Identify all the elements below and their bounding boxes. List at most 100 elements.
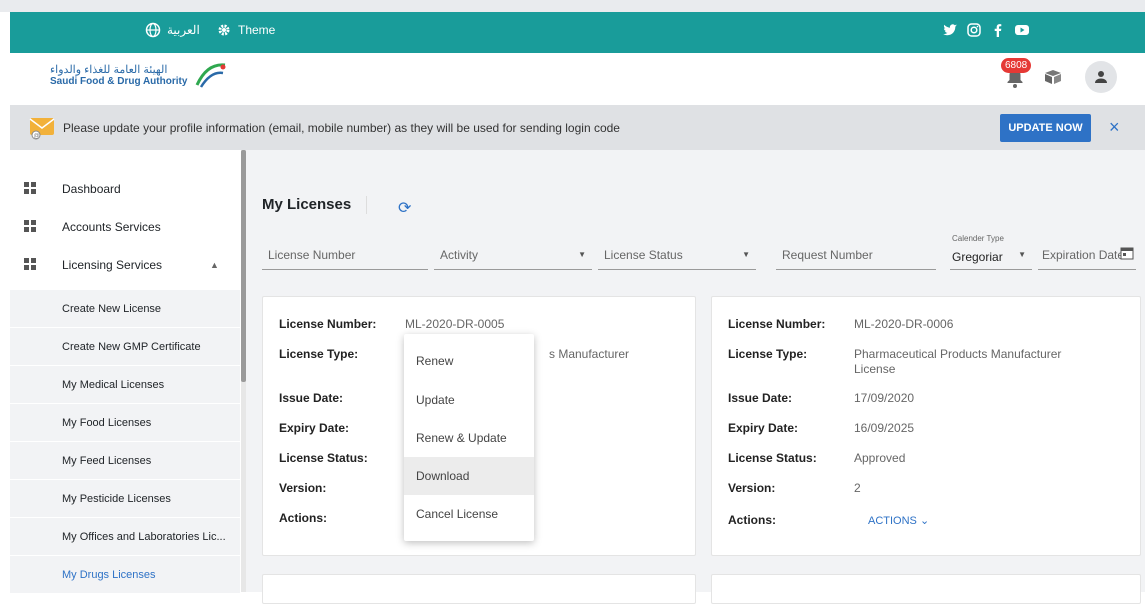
license-card: [262, 574, 696, 604]
actions-dropdown-button[interactable]: ACTIONS ⌄: [868, 515, 929, 527]
top-navbar: العربية Theme: [10, 12, 1145, 53]
sidebar-subitem-create-new-license[interactable]: Create New License: [10, 290, 240, 328]
expiration-date-input[interactable]: Expiration Date: [1038, 238, 1136, 270]
issue-date-row: Issue Date:: [279, 391, 405, 405]
user-avatar[interactable]: [1085, 61, 1117, 93]
actions-row: Actions:: [279, 511, 405, 525]
main-content: My Licenses ⟳ License Number Activity ▼ L…: [246, 150, 1145, 604]
sidebar-subitem-label: My Medical Licenses: [62, 378, 165, 391]
sidebar-item-label: Licensing Services: [62, 258, 163, 272]
issue-date-value: 17/09/2020: [854, 391, 915, 405]
sidebar-item-dashboard[interactable]: Dashboard: [10, 170, 240, 208]
license-number-row: License Number: ML-2020-DR-0005: [279, 317, 504, 331]
expiration-date-placeholder: Expiration Date: [1042, 248, 1125, 262]
grid-icon: [24, 220, 36, 232]
sidebar-subitem-label: My Drugs Licenses: [62, 568, 156, 581]
youtube-icon[interactable]: [1014, 22, 1030, 38]
field-label: License Type:: [279, 347, 359, 361]
issue-date-row: Issue Date: 17/09/2020: [728, 391, 914, 405]
dropdown-arrow-icon: ▼: [1018, 250, 1026, 259]
license-number-value: ML-2020-DR-0006: [854, 317, 954, 331]
notifications-button[interactable]: 6808: [1001, 58, 1032, 94]
license-type-row: License Type: Pharmaceutical Products Man…: [728, 347, 1138, 377]
sidebar-subitem-create-gmp-certificate[interactable]: Create New GMP Certificate: [10, 328, 240, 366]
sidebar-subitem-medical-licenses[interactable]: My Medical Licenses: [10, 366, 240, 404]
box-icon: [1045, 70, 1061, 84]
grid-icon: [24, 182, 36, 194]
calendar-type-label: Calender Type: [952, 234, 1004, 243]
sidebar-subitem-label: My Offices and Laboratories Lic...: [62, 530, 226, 543]
email-icon: @: [29, 118, 55, 140]
sidebar-subitem-label: My Feed Licenses: [62, 454, 152, 467]
license-number-input[interactable]: License Number: [262, 238, 428, 270]
sidebar-subitem-pesticide-licenses[interactable]: My Pesticide Licenses: [10, 480, 240, 518]
field-label: Version:: [279, 481, 327, 495]
license-number-value: ML-2020-DR-0005: [405, 317, 505, 331]
sidebar: Dashboard Accounts Services Licensing Se…: [10, 150, 240, 594]
notification-count-badge: 6808: [1001, 58, 1032, 73]
sidebar-subitem-label: Create New License: [62, 302, 162, 315]
menu-item-cancel-license[interactable]: Cancel License: [404, 495, 534, 533]
field-label: License Status:: [279, 451, 368, 465]
instagram-icon[interactable]: [966, 22, 982, 38]
language-label: العربية: [167, 23, 200, 37]
expiry-date-row: Expiry Date:: [279, 421, 405, 435]
license-status-select[interactable]: License Status ▼: [598, 238, 756, 270]
sidebar-subitem-drugs-licenses[interactable]: My Drugs Licenses: [10, 556, 240, 594]
facebook-icon[interactable]: [990, 22, 1006, 38]
calendar-type-select[interactable]: Calender Type Gregoriar ▼: [950, 234, 1032, 270]
license-type-value: Pharmaceutical Products Manufacturer Lic…: [854, 347, 1062, 376]
sidebar-subitem-label: Create New GMP Certificate: [62, 340, 201, 353]
close-icon[interactable]: ×: [1109, 117, 1120, 138]
license-status-row: License Status: Approved: [728, 451, 905, 465]
dropdown-arrow-icon: ▼: [578, 250, 586, 259]
sidebar-subitem-feed-licenses[interactable]: My Feed Licenses: [10, 442, 240, 480]
title-divider: [366, 196, 367, 214]
banner-message: Please update your profile information (…: [63, 121, 620, 135]
logo-mark-icon: [196, 63, 226, 88]
field-label: Expiry Date:: [728, 421, 799, 435]
field-label: Actions:: [728, 513, 776, 527]
sidebar-item-label: Accounts Services: [62, 220, 161, 234]
sidebar-subitem-label: My Pesticide Licenses: [62, 492, 171, 505]
field-label: Issue Date:: [279, 391, 344, 405]
actions-menu: Renew Update Renew & Update Download Can…: [404, 334, 534, 541]
user-icon: [1095, 71, 1107, 83]
update-now-button[interactable]: UPDATE NOW: [1000, 114, 1091, 142]
menu-item-download[interactable]: Download: [404, 457, 534, 495]
theme-switch[interactable]: Theme: [216, 22, 275, 38]
expiry-date-row: Expiry Date: 16/09/2025: [728, 421, 914, 435]
menu-item-renew-update[interactable]: Renew & Update: [404, 419, 534, 457]
calendar-icon[interactable]: [1120, 246, 1134, 260]
license-status-row: License Status:: [279, 451, 405, 465]
activity-select[interactable]: Activity ▼: [434, 238, 592, 270]
refresh-icon[interactable]: ⟳: [398, 198, 411, 218]
packages-button[interactable]: [1043, 69, 1063, 90]
version-row: Version: 2: [728, 481, 861, 495]
license-card: License Number: ML-2020-DR-0006 License T…: [711, 296, 1141, 556]
page-title: My Licenses: [262, 196, 352, 213]
dropdown-arrow-icon: ▼: [742, 250, 750, 259]
field-label: Expiry Date:: [279, 421, 350, 435]
expiry-date-value: 16/09/2025: [854, 421, 915, 435]
sidebar-subitem-offices-labs-licenses[interactable]: My Offices and Laboratories Lic...: [10, 518, 240, 556]
profile-update-banner: @ Please update your profile information…: [10, 105, 1145, 150]
gear-icon: [218, 24, 230, 36]
sidebar-item-licensing-services[interactable]: Licensing Services ▲: [10, 246, 240, 284]
field-label: License Status:: [728, 451, 817, 465]
menu-item-update[interactable]: Update: [404, 381, 534, 419]
svg-text:@: @: [34, 134, 40, 140]
logo-english-text: Saudi Food & Drug Authority: [50, 75, 188, 87]
activity-placeholder: Activity: [440, 248, 479, 262]
request-number-input[interactable]: Request Number: [776, 238, 936, 270]
field-label: Issue Date:: [728, 391, 793, 405]
menu-item-renew[interactable]: Renew: [404, 342, 534, 380]
chevron-up-icon: ▲: [210, 260, 219, 270]
sfda-logo[interactable]: الهيئة العامة للغذاء والدواء Saudi Food …: [50, 61, 229, 89]
twitter-icon[interactable]: [942, 22, 958, 38]
license-status-placeholder: License Status: [604, 248, 683, 262]
field-label: Version:: [728, 481, 776, 495]
language-switch[interactable]: العربية: [145, 22, 200, 38]
sidebar-subitem-food-licenses[interactable]: My Food Licenses: [10, 404, 240, 442]
sidebar-item-accounts-services[interactable]: Accounts Services: [10, 208, 240, 246]
